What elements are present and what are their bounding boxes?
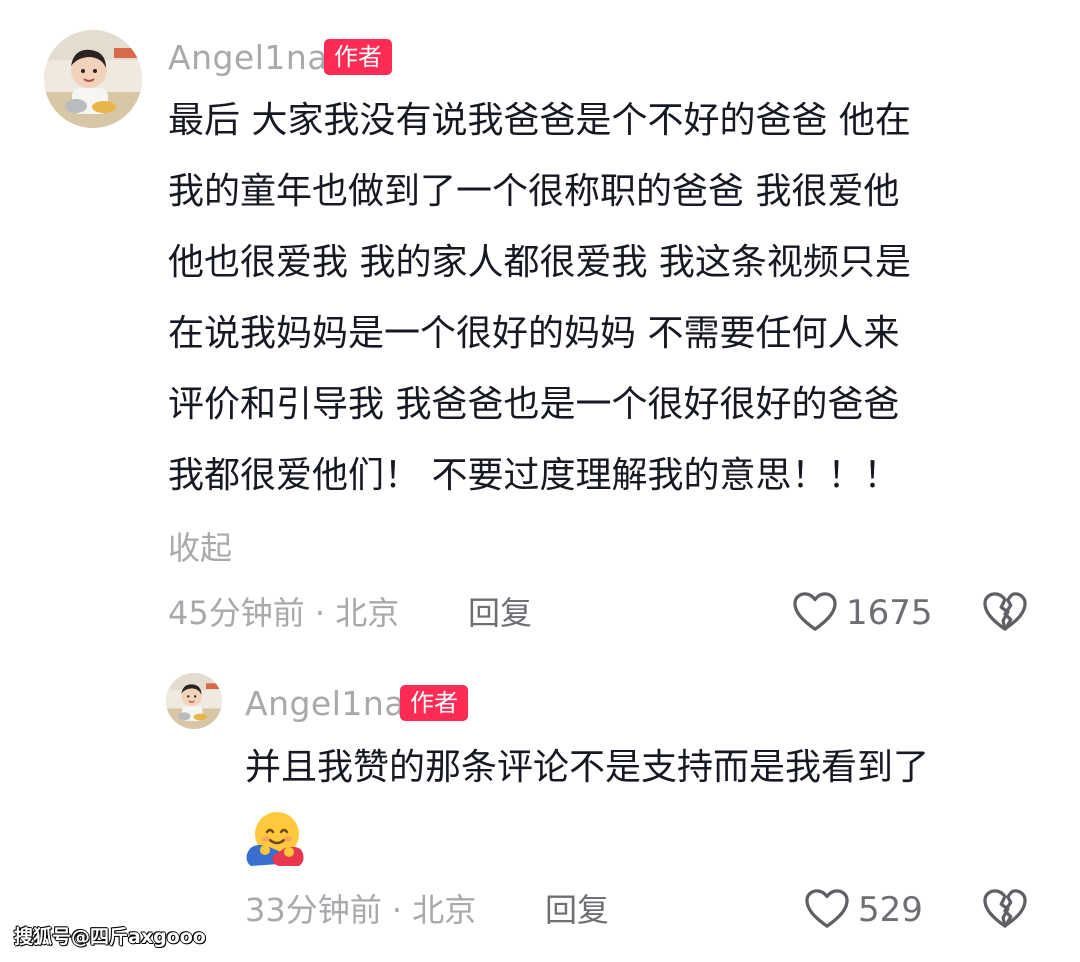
hugging-face-icon: [246, 812, 304, 866]
comment-reply-button[interactable]: 回复: [468, 593, 532, 633]
comment-username[interactable]: Angel1na: [168, 38, 328, 78]
comment-avatar[interactable]: [44, 30, 142, 128]
heart-icon[interactable]: [804, 888, 850, 930]
watermark: 搜狐号@四斤axgooo: [14, 926, 206, 948]
reply-reply-button[interactable]: 回复: [545, 890, 609, 930]
reply-author-badge: 作者: [400, 685, 468, 721]
collapse-button[interactable]: 收起: [168, 528, 232, 568]
comment-text-line: 最后 大家我没有说我爸爸是个不好的爸爸 他在: [168, 100, 911, 141]
comment-text-line: 我都很爱他们！ 不要过度理解我的意思！！！: [168, 455, 900, 496]
comment-author-badge: 作者: [324, 39, 392, 75]
broken-heart-icon[interactable]: [982, 888, 1028, 930]
reply-text: 并且我赞的那条评论不是支持而是我看到了: [245, 747, 930, 788]
comment-like-count: 1675: [846, 593, 933, 633]
broken-heart-icon[interactable]: [982, 591, 1028, 633]
avatar-photo-icon: [166, 673, 222, 729]
reply-username[interactable]: Angel1na: [245, 684, 405, 724]
reply-avatar[interactable]: [166, 673, 222, 729]
comment-text-line: 他也很爱我 我的家人都很爱我 我这条视频只是: [168, 242, 911, 283]
comment-time-location: 45分钟前 · 北京: [168, 594, 400, 632]
avatar-photo-icon: [44, 30, 142, 128]
comment-text-line: 在说我妈妈是一个很好的妈妈 不需要任何人来: [168, 313, 900, 354]
comment-text-line: 评价和引导我 我爸爸也是一个很好很好的爸爸: [168, 384, 900, 425]
reply-time-location: 33分钟前 · 北京: [245, 891, 477, 929]
comment-text-line: 我的童年也做到了一个很称职的爸爸 我很爱他: [168, 171, 900, 212]
heart-icon[interactable]: [792, 591, 838, 633]
reply-like-count: 529: [858, 890, 923, 930]
